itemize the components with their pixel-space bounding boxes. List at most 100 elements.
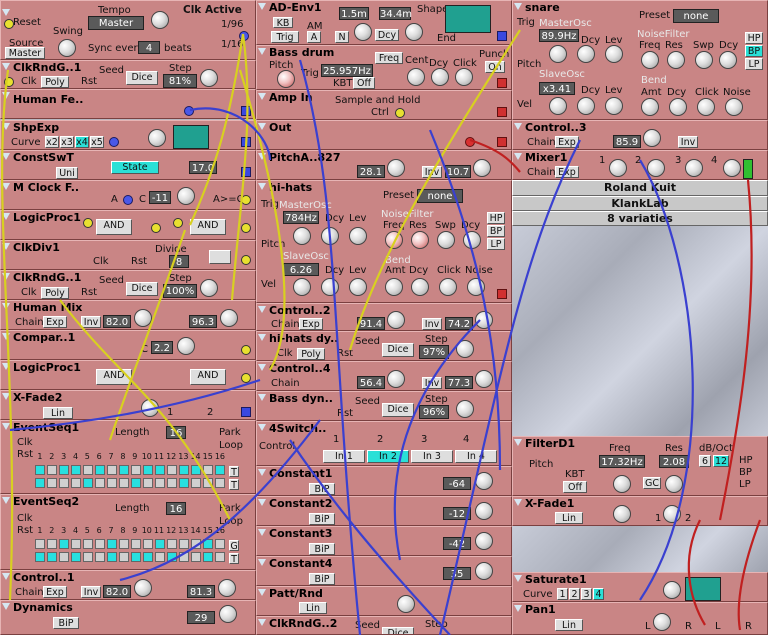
a-button[interactable]: A <box>307 31 321 43</box>
lin-button[interactable]: Lin <box>555 512 583 524</box>
collapse-icon[interactable] <box>2 273 10 280</box>
collapse-icon[interactable] <box>2 603 10 610</box>
pitch-knob[interactable] <box>277 70 295 88</box>
bend-dcy-knob[interactable] <box>669 98 687 116</box>
divide-display[interactable]: 8 <box>169 255 189 268</box>
step-cell[interactable] <box>119 478 129 488</box>
patch-item-8-variaties[interactable]: 8 variaties <box>512 211 768 226</box>
step-cell[interactable] <box>95 478 105 488</box>
step-cell[interactable] <box>95 552 105 562</box>
module-mixer[interactable]: Mixer1 Chain Exp 1 2 3 4 <box>512 150 768 180</box>
step-knob[interactable] <box>456 400 474 418</box>
step-cell[interactable] <box>119 552 129 562</box>
step-cell[interactable] <box>203 465 213 475</box>
curve-x3-button[interactable]: x3 <box>60 136 74 148</box>
module-hihats[interactable]: hi-hats Preset none Trig MasterOsc 784Hz… <box>256 180 512 303</box>
amount-knob[interactable] <box>663 581 681 599</box>
nf-dcy-knob[interactable] <box>719 51 737 69</box>
kbt-off-button[interactable]: Off <box>563 481 587 493</box>
module-filterd[interactable]: FilterD1 Freq Res dB/Oct Pitch KBT Off 1… <box>512 436 768 496</box>
module-clkrnd2[interactable]: ClkRndG..1 Seed Step Clk Poly Rst Dice 1… <box>0 270 256 300</box>
collapse-icon[interactable] <box>2 393 10 400</box>
nf-res-knob[interactable] <box>411 231 429 249</box>
module-xfade1[interactable]: X-Fade1 Lin 1 2 <box>512 496 768 526</box>
nf-swp-knob[interactable] <box>695 51 713 69</box>
module-const2[interactable]: Constant2 BiP -12 <box>256 496 512 526</box>
swing-knob[interactable] <box>58 39 76 57</box>
value2-knob[interactable] <box>473 159 491 177</box>
trig-button[interactable]: Trig <box>271 31 299 43</box>
step-cell[interactable] <box>71 539 81 549</box>
output-port[interactable] <box>497 78 507 88</box>
lp-button[interactable]: LP <box>487 238 505 250</box>
exp-button[interactable]: Exp <box>43 316 67 328</box>
nf-freq-knob[interactable] <box>385 231 403 249</box>
step-cell[interactable] <box>71 478 81 488</box>
step-cell[interactable] <box>119 539 129 549</box>
collapse-icon[interactable] <box>258 93 266 100</box>
module-saturate[interactable]: Saturate1 Curve 1 2 3 4 <box>512 572 768 602</box>
collapse-icon[interactable] <box>258 589 266 596</box>
mode-button[interactable] <box>209 250 231 264</box>
step-cell[interactable] <box>83 478 93 488</box>
input-port-2[interactable] <box>151 223 161 233</box>
module-logic2[interactable]: LogicProc1 AND AND <box>0 360 256 390</box>
res-knob[interactable] <box>665 475 683 493</box>
bp-button[interactable]: BP <box>487 225 505 237</box>
step-cell[interactable] <box>71 465 81 475</box>
master-dcy-knob[interactable] <box>321 227 339 245</box>
curve-x4-button[interactable]: x4 <box>75 136 89 148</box>
collapse-icon[interactable] <box>258 394 266 401</box>
module-out[interactable]: Out <box>256 120 512 150</box>
input-port[interactable] <box>184 106 194 116</box>
step-cell[interactable] <box>191 539 201 549</box>
ch3-knob[interactable] <box>685 159 703 177</box>
value-knob[interactable] <box>643 129 661 147</box>
step-cell[interactable] <box>35 478 45 488</box>
decay-knob[interactable] <box>405 23 423 41</box>
op2-select[interactable]: AND <box>190 369 226 385</box>
step-knob[interactable] <box>200 69 218 87</box>
output-port[interactable] <box>241 373 251 383</box>
step-cell[interactable] <box>215 465 225 475</box>
step-cell[interactable] <box>167 465 177 475</box>
ch1-knob[interactable] <box>609 159 627 177</box>
output-port[interactable] <box>241 345 251 355</box>
step-cell[interactable] <box>35 465 45 475</box>
step-cell[interactable] <box>35 552 45 562</box>
step-cell[interactable] <box>143 552 153 562</box>
dice-button[interactable]: Dice <box>126 282 158 296</box>
exp-button[interactable]: Exp <box>43 586 67 598</box>
clock-out-port[interactable] <box>239 31 249 41</box>
collapse-icon[interactable] <box>258 424 266 431</box>
slave-dcy-knob[interactable] <box>577 97 595 115</box>
t-button[interactable]: T <box>229 466 239 478</box>
preset-display[interactable]: none <box>417 189 463 203</box>
collapse-icon[interactable] <box>514 499 522 506</box>
noise-knob[interactable] <box>467 278 485 296</box>
value1-knob[interactable] <box>387 370 405 388</box>
collapse-icon[interactable] <box>514 3 522 10</box>
output-port[interactable] <box>241 167 251 177</box>
n-button[interactable]: N <box>335 31 349 43</box>
exp-button[interactable]: Exp <box>555 166 579 178</box>
step-cell[interactable] <box>95 539 105 549</box>
value2-knob[interactable] <box>475 370 493 388</box>
step-cell[interactable] <box>191 465 201 475</box>
step-cell[interactable] <box>179 539 189 549</box>
poly-button[interactable]: Poly <box>41 76 69 88</box>
nf-res-knob[interactable] <box>667 51 685 69</box>
uni-button[interactable]: Uni <box>56 167 78 179</box>
collapse-icon[interactable] <box>258 469 266 476</box>
step-cell[interactable] <box>155 478 165 488</box>
step-cell[interactable] <box>179 465 189 475</box>
noise-knob[interactable] <box>725 98 743 116</box>
collapse-icon[interactable] <box>258 529 266 536</box>
collapse-icon[interactable] <box>514 439 522 446</box>
patch-item-klanklab[interactable]: KlankLab <box>512 196 768 211</box>
nf-dcy-knob[interactable] <box>463 231 481 249</box>
curve-3-button[interactable]: 3 <box>581 588 592 600</box>
input-port[interactable] <box>109 137 119 147</box>
lin-button[interactable]: Lin <box>555 619 583 631</box>
collapse-icon[interactable] <box>2 573 10 580</box>
